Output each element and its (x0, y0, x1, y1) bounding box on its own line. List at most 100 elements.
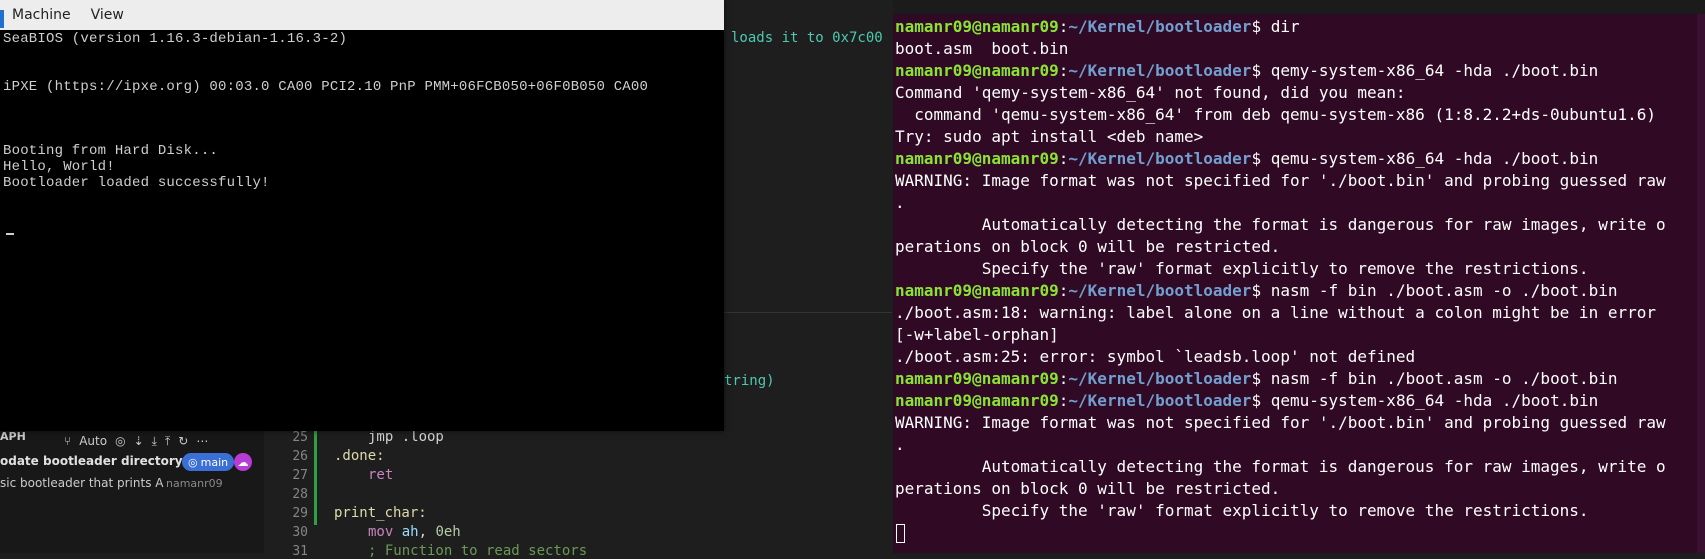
terminal-output-line: Specify the 'raw' format explicitly to r… (895, 259, 1589, 278)
refresh-icon[interactable]: ↻ (178, 434, 188, 448)
prompt-user: namanr09@namanr09 (895, 369, 1059, 388)
terminal-prompt-line: namanr09@namanr09:~/Kernel/bootloader$ n… (895, 280, 1618, 302)
terminal-scrollbar[interactable] (1697, 14, 1705, 553)
terminal-command: nasm -f bin ./boot.asm -o ./boot.bin (1261, 281, 1618, 300)
commit-message[interactable]: odate bootleader directory ... (0, 454, 200, 468)
prompt-path: ~/Kernel/bootloader (1068, 17, 1252, 36)
terminal-prompt-line: namanr09@namanr09:~/Kernel/bootloader$ q… (895, 148, 1598, 170)
terminal-output-line: ./boot.asm:25: error: symbol `leadsb.loo… (895, 347, 1416, 366)
prompt-dollar: $ (1251, 281, 1262, 300)
code-line-30[interactable]: mov ah, 0eh (368, 524, 461, 540)
prompt-user: namanr09@namanr09 (895, 61, 1059, 80)
terminal-output-line: . (895, 435, 905, 454)
prompt-dollar: $ (1251, 391, 1262, 410)
line-number: 26 (292, 449, 308, 464)
code-line-25[interactable]: jmp .loop (368, 429, 444, 445)
terminal-output-line: Command 'qemy-system-x86_64' not found, … (895, 83, 1406, 102)
fetch-icon[interactable]: ⇣ (134, 434, 144, 448)
code-line-27[interactable]: ret (368, 467, 393, 483)
prompt-path: ~/Kernel/bootloader (1068, 369, 1252, 388)
branch-badge[interactable]: ◎ main (182, 453, 235, 471)
terminal-output-line: Specify the 'raw' format explicitly to r… (895, 501, 1589, 520)
menu-machine[interactable]: Machine (0, 7, 81, 23)
terminal-output-line: Automatically detecting the format is da… (895, 457, 1666, 476)
vga-line: Hello, World! (3, 159, 115, 175)
cloud-icon[interactable]: ☁ (234, 453, 252, 471)
prompt-colon: : (1058, 149, 1069, 168)
vga-line: SeaBIOS (version 1.16.3-debian-1.16.3-2) (3, 31, 348, 47)
prompt-colon: : (1058, 17, 1069, 36)
pull-icon[interactable]: ⤓ (152, 434, 157, 449)
qemu-window[interactable]: Machine View SeaBIOS (version 1.16.3-deb… (0, 0, 724, 431)
editor-text-fragment: tring) (724, 373, 775, 389)
code-number: 0eh (435, 524, 461, 540)
window-accent (0, 10, 4, 28)
more-icon[interactable]: ⋯ (196, 434, 208, 448)
vga-line: iPXE (https://ipxe.org) 00:03.0 CA00 PCI… (3, 79, 649, 95)
vga-cursor (6, 233, 14, 235)
code-line-26[interactable]: .done: (334, 448, 385, 464)
terminal-output-line: WARNING: Image format was not specified … (895, 171, 1666, 190)
terminal-prompt-line: namanr09@namanr09:~/Kernel/bootloader$ q… (895, 60, 1598, 82)
line-number: 29 (292, 506, 308, 521)
commit-description[interactable]: sic bootleader that prints A (0, 476, 163, 490)
branch-name: main (200, 455, 229, 469)
line-number: 30 (292, 525, 308, 540)
prompt-user: namanr09@namanr09 (895, 149, 1059, 168)
prompt-dollar: $ (1251, 61, 1262, 80)
line-number: 27 (292, 468, 308, 483)
code-line-29[interactable]: print_char: (334, 505, 427, 521)
terminal-output-line: command 'qemu-system-x86_64' from deb qe… (895, 105, 1656, 124)
prompt-colon: : (1058, 391, 1069, 410)
qemu-display[interactable]: SeaBIOS (version 1.16.3-debian-1.16.3-2)… (3, 31, 724, 431)
branch-target-icon: ◎ (188, 455, 198, 469)
git-diff-indicator (314, 430, 317, 525)
scm-graph-header: APH (0, 430, 26, 443)
menu-view[interactable]: View (81, 7, 134, 23)
prompt-dollar: $ (1251, 369, 1262, 388)
prompt-colon: : (1058, 369, 1069, 388)
terminal-command: qemu-system-x86_64 -hda ./boot.bin (1261, 391, 1599, 410)
branch-icon[interactable]: ⑂ (64, 434, 71, 448)
qemu-menubar: Machine View (0, 0, 724, 30)
line-number: 28 (292, 487, 308, 502)
prompt-path: ~/Kernel/bootloader (1068, 149, 1252, 168)
terminal-output-line: boot.asm boot.bin (895, 39, 1069, 58)
code-op: mov (368, 524, 394, 540)
commit-author: namanr09 (166, 477, 223, 490)
terminal-prompt-line: namanr09@namanr09:~/Kernel/bootloader$ d… (895, 16, 1300, 38)
prompt-dollar: $ (1251, 17, 1262, 36)
terminal-window[interactable]: namanr09@namanr09:~/Kernel/bootloader$ d… (893, 14, 1705, 553)
target-icon[interactable]: ◎ (115, 434, 125, 448)
terminal-cursor (896, 524, 905, 543)
auto-label[interactable]: Auto (79, 434, 107, 448)
prompt-dollar: $ (1251, 149, 1262, 168)
terminal-output-line: . (895, 193, 905, 212)
prompt-user: namanr09@namanr09 (895, 281, 1059, 300)
terminal-output-line: perations on block 0 will be restricted. (895, 237, 1281, 256)
prompt-colon: : (1058, 281, 1069, 300)
vga-line: Bootloader loaded successfully! (3, 175, 270, 191)
prompt-path: ~/Kernel/bootloader (1068, 281, 1252, 300)
terminal-output-line: Automatically detecting the format is da… (895, 215, 1666, 234)
push-icon[interactable]: ⤒ (165, 434, 170, 449)
terminal-prompt-line: namanr09@namanr09:~/Kernel/bootloader$ q… (895, 390, 1598, 412)
terminal-output-line: [-w+label-orphan] (895, 325, 1059, 344)
editor-text-fragment: loads it to 0x7c00 (731, 30, 883, 46)
terminal-command: dir (1261, 17, 1300, 36)
terminal-titlebar[interactable] (893, 0, 1705, 14)
terminal-output-line: ./boot.asm:18: warning: label alone on a… (895, 303, 1656, 322)
prompt-path: ~/Kernel/bootloader (1068, 61, 1252, 80)
line-number: 25 (292, 430, 308, 445)
prompt-colon: : (1058, 61, 1069, 80)
prompt-user: namanr09@namanr09 (895, 17, 1059, 36)
prompt-path: ~/Kernel/bootloader (1068, 391, 1252, 410)
line-number: 31 (292, 544, 308, 559)
code-line-31[interactable]: ; Function to read sectors (368, 543, 587, 559)
line-number-gutter: 25 26 27 28 29 30 31 (264, 430, 314, 559)
terminal-output-line: perations on block 0 will be restricted. (895, 479, 1281, 498)
scm-graph-toolbar: ⑂ Auto ◎ ⇣ ⤓ ⤒ ↻ ⋯ (64, 431, 208, 451)
terminal-command: nasm -f bin ./boot.asm -o ./boot.bin (1261, 369, 1618, 388)
terminal-command: qemu-system-x86_64 -hda ./boot.bin (1261, 149, 1599, 168)
vga-line: Booting from Hard Disk... (3, 143, 219, 159)
